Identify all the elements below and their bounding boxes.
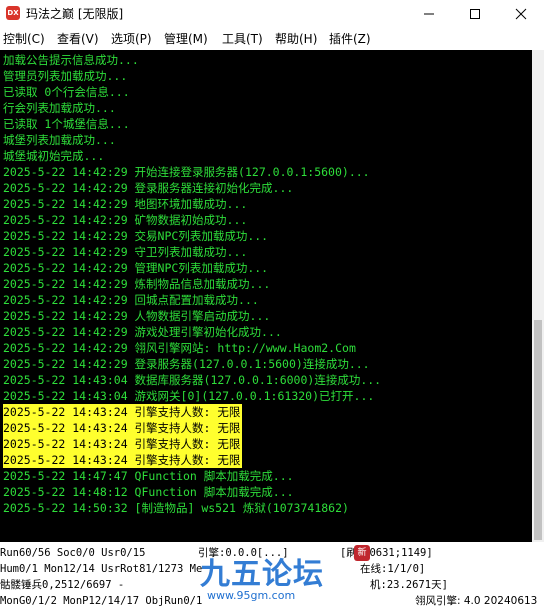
log-line: 已读取 0个行会信息... xyxy=(3,85,130,99)
log-line: 2025-5-22 14:43:24 引擎支持人数: 无限 xyxy=(3,436,243,452)
menu-view[interactable]: 查看(V) xyxy=(57,30,99,47)
menu-help[interactable]: 帮助(H) xyxy=(275,30,317,47)
menu-plugins[interactable]: 插件(Z) xyxy=(329,30,371,47)
vertical-scrollbar[interactable] xyxy=(532,50,544,542)
log-line: 2025-5-22 14:42:29 游戏处理引擎初始化成功... xyxy=(3,325,282,339)
log-line: 2025-5-22 14:42:29 交易NPC列表加载成功... xyxy=(3,229,269,243)
title-bar: DX 玛法之巅 [无限版] xyxy=(0,0,544,27)
log-line: 2025-5-22 14:43:24 引擎支持人数: 无限 xyxy=(3,420,243,436)
log-line: 加载公告提示信息成功... xyxy=(3,53,139,67)
menu-bar: 控制(C) 查看(V) 选项(P) 管理(M) 工具(T) 帮助(H) 插件(Z… xyxy=(0,27,544,49)
watermark-url: www.95gm.com xyxy=(207,589,296,602)
app-logo-icon: DX xyxy=(6,6,20,20)
log-line: 城堡城初始完成... xyxy=(3,149,105,163)
minimize-icon xyxy=(424,13,434,14)
log-line: 2025-5-22 14:50:32 [制造物品] ws521 炼狱(10737… xyxy=(3,501,349,515)
log-line: 2025-5-22 14:47:47 QFunction 脚本加载完成... xyxy=(3,469,294,483)
log-line: 2025-5-22 14:42:29 守卫列表加载成功... xyxy=(3,245,248,259)
log-line: 2025-5-22 14:42:29 登录服务器(127.0.0.1:5600)… xyxy=(3,357,370,371)
scrollbar-thumb[interactable] xyxy=(534,320,542,540)
window-title: 玛法之巅 [无限版] xyxy=(26,7,124,21)
status-mong: MonG0/1/2 MonP12/14/17 ObjRun0/1 xyxy=(0,595,203,607)
log-line: 2025-5-22 14:42:29 开始连接登录服务器(127.0.0.1:5… xyxy=(3,165,370,179)
status-hum: Hum0/1 Mon12/14 UsrRot81/1273 Me xyxy=(0,563,203,575)
menu-manage[interactable]: 管理(M) xyxy=(164,30,208,47)
log-console: 加载公告提示信息成功... 管理员列表加载成功... 已读取 0个行会信息... 行会… xyxy=(0,50,532,542)
log-line: 2025-5-22 14:43:04 数据库服务器(127.0.0.1:6000… xyxy=(3,373,382,387)
log-line: 2025-5-22 14:43:24 引擎支持人数: 无限 xyxy=(3,452,243,468)
menu-options[interactable]: 选项(P) xyxy=(111,30,152,47)
log-line: 2025-5-22 14:48:12 QFunction 脚本加载完成... xyxy=(3,485,294,499)
status-monster: 骷髅锤兵0,2512/6697 - xyxy=(0,579,125,591)
log-line: 管理员列表加载成功... xyxy=(3,69,128,83)
log-line: 2025-5-22 14:42:29 翎风引擎网站: http://www.Ha… xyxy=(3,341,356,355)
status-uptime: 机:23.2671天] xyxy=(370,579,448,591)
menu-tools[interactable]: 工具(T) xyxy=(222,30,263,47)
log-line: 2025-5-22 14:42:29 炼制物品信息加载成功... xyxy=(3,277,271,291)
menu-control[interactable]: 控制(C) xyxy=(3,30,45,47)
maximize-button[interactable] xyxy=(452,0,498,27)
log-line: 城堡列表加载成功... xyxy=(3,133,116,147)
log-line: 2025-5-22 14:42:29 回城点配置加载成功... xyxy=(3,293,259,307)
status-run: Run60/56 Soc0/0 Usr0/15 xyxy=(0,547,146,559)
minimize-button[interactable] xyxy=(406,0,452,27)
log-line: 行会列表加载成功... xyxy=(3,101,116,115)
close-icon xyxy=(515,8,527,19)
log-line: 2025-5-22 14:43:24 引擎支持人数: 无限 xyxy=(3,404,243,420)
log-line: 已读取 1个城堡信息... xyxy=(3,117,130,131)
watermark-badge: 新 xyxy=(354,545,370,561)
log-line: 2025-5-22 14:42:29 矿物数据初始成功... xyxy=(3,213,248,227)
engine-version: 翎风引擎: 4.0 20240613 xyxy=(415,595,538,607)
close-button[interactable] xyxy=(498,0,544,27)
log-line: 2025-5-22 14:43:04 游戏网关[0](127.0.0.1:613… xyxy=(3,389,375,403)
log-line: 2025-5-22 14:42:29 登录服务器连接初始化完成... xyxy=(3,181,294,195)
watermark-logo: 九五论坛 xyxy=(200,557,324,592)
log-line: 2025-5-22 14:42:29 人物数据引擎启动成功... xyxy=(3,309,271,323)
log-line: 2025-5-22 14:42:29 地图环境加载成功... xyxy=(3,197,248,211)
status-online: 在线:1/1/0] xyxy=(360,563,426,575)
maximize-icon xyxy=(470,8,480,19)
log-line: 2025-5-22 14:42:29 管理NPC列表加载成功... xyxy=(3,261,269,275)
